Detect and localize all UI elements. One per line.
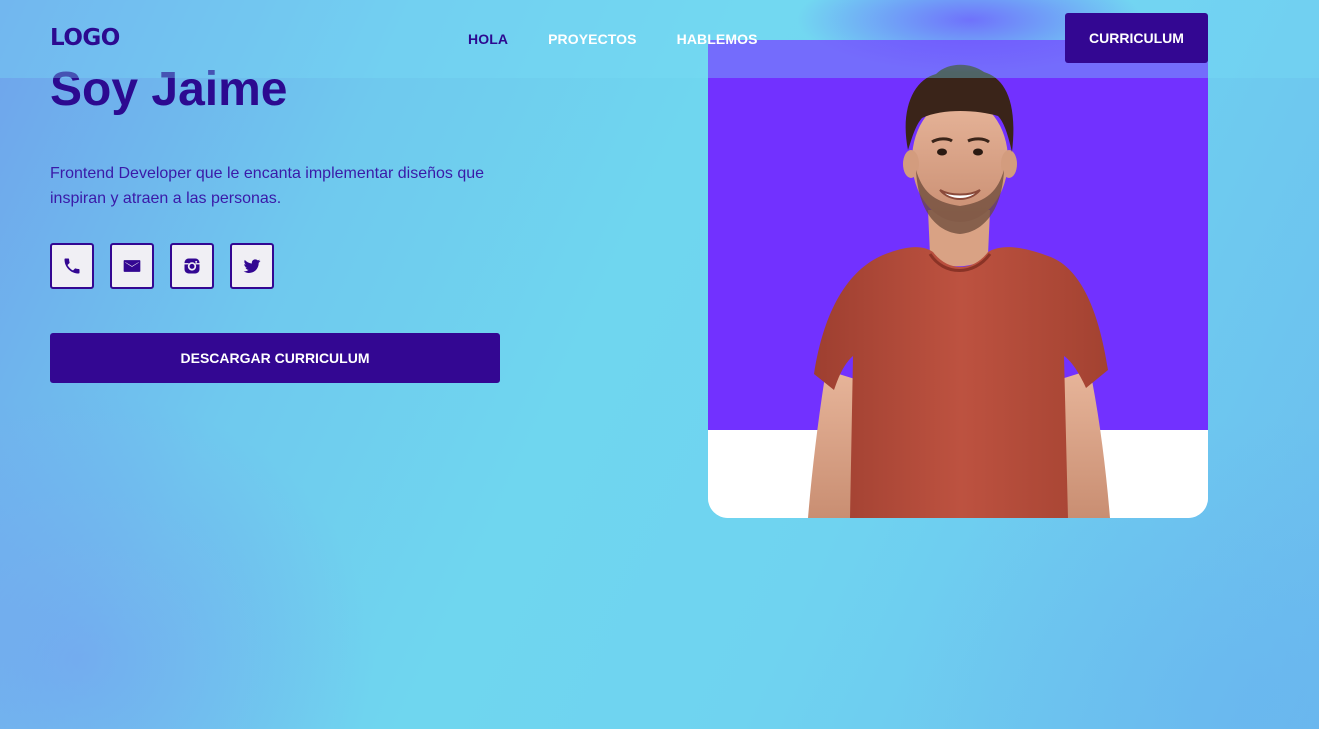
main-nav: HOLA PROYECTOS HABLEMOS xyxy=(468,31,758,47)
phone-button[interactable] xyxy=(50,243,94,289)
portrait-illustration xyxy=(708,40,1208,518)
phone-icon xyxy=(64,258,80,274)
twitter-button[interactable] xyxy=(230,243,274,289)
mail-button[interactable] xyxy=(110,243,154,289)
nav-link-hablemos[interactable]: HABLEMOS xyxy=(677,31,758,47)
instagram-button[interactable] xyxy=(170,243,214,289)
download-curriculum-button[interactable]: DESCARGAR CURRICULUM xyxy=(50,333,500,383)
site-header: LOGO HOLA PROYECTOS HABLEMOS CURRICULUM xyxy=(0,0,1319,90)
nav-link-proyectos[interactable]: PROYECTOS xyxy=(548,31,637,47)
logo[interactable]: LOGO xyxy=(50,25,120,51)
mail-icon xyxy=(123,260,141,272)
profile-photo xyxy=(708,40,1208,518)
nav-link-hola[interactable]: HOLA xyxy=(468,31,508,47)
curriculum-button[interactable]: CURRICULUM xyxy=(1065,13,1208,63)
hero-description: Frontend Developer que le encanta implem… xyxy=(50,165,485,207)
instagram-icon xyxy=(184,258,200,274)
social-links xyxy=(50,243,274,289)
twitter-icon xyxy=(243,259,261,273)
shirt xyxy=(814,247,1108,518)
